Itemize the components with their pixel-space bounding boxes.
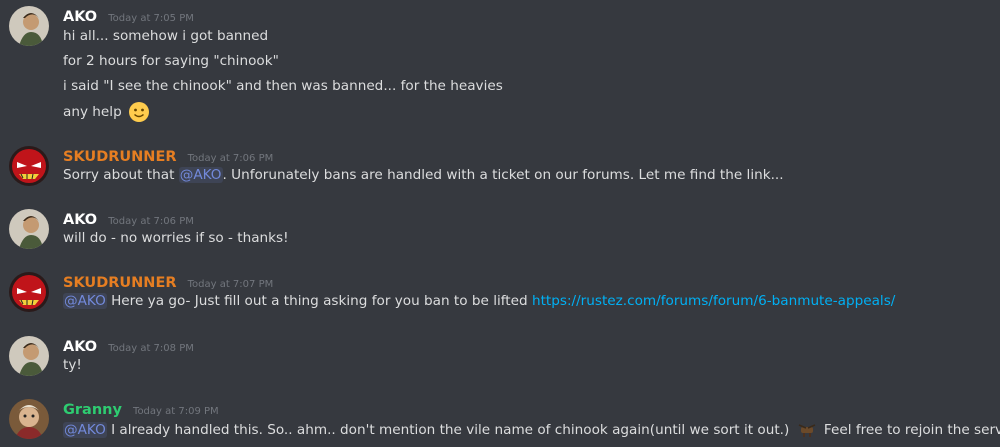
message-line: @AKO Here ya go- Just fill out a thing a…: [63, 293, 895, 309]
username[interactable]: AKO: [63, 9, 97, 25]
message-text: Here ya go- Just fill out a thing asking…: [106, 293, 532, 309]
avatar[interactable]: [9, 272, 49, 312]
timestamp: Today at 7:06 PM: [187, 153, 274, 164]
message-text: . Unforunately bans are handled with a t…: [222, 167, 784, 183]
avatar[interactable]: [9, 399, 49, 439]
message-line: @AKO I already handled this. So.. ahm.. …: [63, 419, 1000, 441]
timestamp: Today at 7:05 PM: [108, 13, 194, 24]
message-text: I already handled this. So.. ahm.. don't…: [106, 422, 794, 438]
slight-smile-icon[interactable]: [128, 101, 150, 123]
username[interactable]: AKO: [63, 212, 97, 228]
message-text: for 2 hours for saying "chinook": [63, 53, 279, 69]
message-text: ty!: [63, 357, 82, 373]
username[interactable]: SKUDRUNNER: [63, 275, 177, 291]
message-text: will do - no worries if so - thanks!: [63, 230, 289, 246]
message-text: hi all... somehow i got banned: [63, 28, 269, 44]
user-mention[interactable]: @AKO: [63, 422, 107, 438]
message-text: i said "I see the chinook" and then was …: [63, 78, 503, 94]
user-mention[interactable]: @AKO: [63, 293, 107, 309]
message-text: Feel free to rejoin the server.: [823, 422, 1000, 438]
username[interactable]: Granny: [63, 402, 122, 418]
user-mention[interactable]: @AKO: [178, 167, 223, 183]
username[interactable]: AKO: [63, 339, 97, 355]
message-text: any help: [63, 104, 122, 120]
avatar[interactable]: [9, 6, 49, 46]
message-text: Sorry about that: [63, 167, 179, 183]
timestamp: Today at 7:06 PM: [108, 216, 194, 227]
chinook-icon[interactable]: [798, 421, 816, 439]
avatar[interactable]: [9, 209, 49, 249]
timestamp: Today at 7:08 PM: [108, 343, 194, 354]
message-line: any help: [63, 101, 150, 123]
chat-messages: AKO Today at 7:05 PM hi all... somehow i…: [0, 0, 1000, 447]
forum-link[interactable]: https://rustez.com/forums/forum/6-banmut…: [532, 293, 895, 309]
timestamp: Today at 7:07 PM: [187, 279, 274, 290]
message-line: Sorry about that @AKO. Unforunately bans…: [63, 167, 784, 183]
avatar[interactable]: [9, 336, 49, 376]
username[interactable]: SKUDRUNNER: [63, 149, 177, 165]
avatar[interactable]: [9, 146, 49, 186]
timestamp: Today at 7:09 PM: [133, 406, 219, 417]
